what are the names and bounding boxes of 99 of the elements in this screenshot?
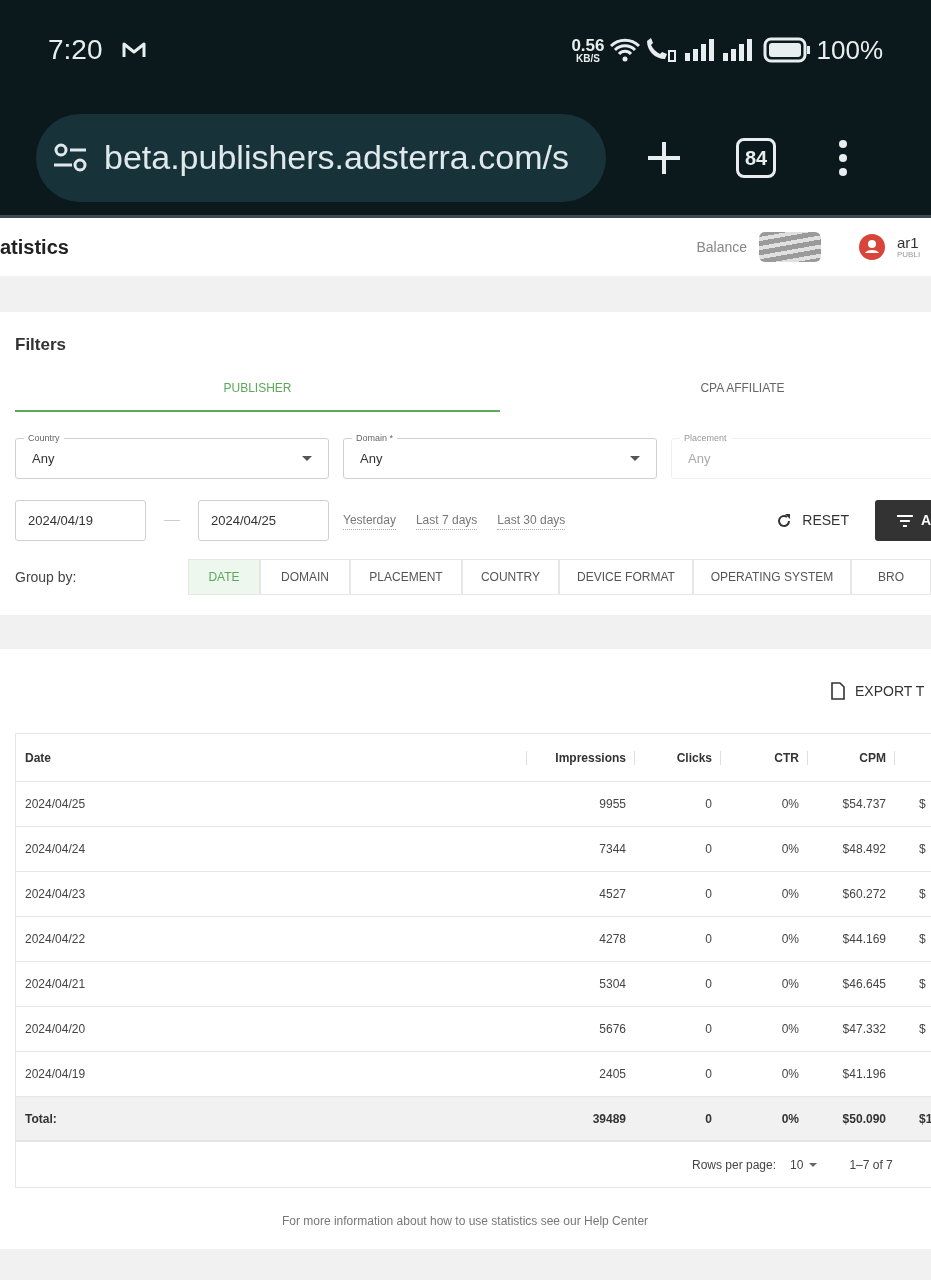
group-by-option[interactable]: PLACEMENT xyxy=(350,559,462,595)
table-cell-text: 5676 xyxy=(598,1021,627,1038)
table-cell-text: 0 xyxy=(704,1110,713,1128)
table-cell-text: $ xyxy=(918,841,927,858)
table-cell-text: 2405 xyxy=(598,1066,627,1083)
signal-icon xyxy=(720,38,753,62)
table-cell-text: $50.090 xyxy=(841,1110,887,1128)
table-cell-text: 2024/04/22 xyxy=(24,931,87,948)
network-speed: 0.56 xyxy=(571,36,605,54)
user-avatar-icon xyxy=(859,234,885,260)
table-cell-text: 0% xyxy=(780,931,800,948)
page-title: atistics xyxy=(0,235,69,260)
new-tab-icon[interactable] xyxy=(646,139,682,176)
help-text: For more information about how to use statistics see our Help Center xyxy=(280,1213,650,1230)
column-header[interactable]: Clicks xyxy=(676,748,712,767)
user-role: PUBLI xyxy=(897,251,922,259)
clock-time: 7:20 xyxy=(48,33,103,67)
balance-label: Balance xyxy=(696,237,747,257)
table-cell-text: 2024/04/20 xyxy=(24,1021,87,1038)
wifi-icon xyxy=(608,38,641,62)
table-cell-text: 0 xyxy=(704,976,713,993)
table-cell-text: 2024/04/24 xyxy=(24,841,87,858)
table-cell-text: 9955 xyxy=(598,796,627,813)
section-title: Filters xyxy=(15,334,68,356)
dropdown-caret-icon xyxy=(630,456,640,461)
group-by-option[interactable]: DEVICE FORMAT xyxy=(559,559,693,595)
table-cell-text: 0 xyxy=(704,841,713,858)
refresh-icon xyxy=(776,512,793,529)
table-cell-text: $ xyxy=(918,886,927,903)
group-by-option[interactable]: OPERATING SYSTEM xyxy=(693,559,851,595)
table-cell-text: $46.645 xyxy=(841,976,887,993)
table-cell-text: 0% xyxy=(780,976,800,993)
table-cell-text: 2024/04/21 xyxy=(24,976,87,993)
table-cell-text: $ xyxy=(918,931,927,948)
group-by-option[interactable]: DOMAIN xyxy=(260,559,350,595)
menu-icon[interactable] xyxy=(838,139,848,176)
signal-icon xyxy=(682,38,715,62)
table-cell-text: 0% xyxy=(780,841,800,858)
table-cell-text: 2024/04/19 xyxy=(24,1066,87,1083)
redaction-mark xyxy=(759,232,821,262)
table-cell-text: 7344 xyxy=(598,841,627,858)
table-cell-text: 5304 xyxy=(598,976,627,993)
table-cell-text: 0 xyxy=(704,796,713,813)
table-cell-text: 4278 xyxy=(598,931,627,948)
column-header[interactable]: Date xyxy=(25,748,51,767)
table-cell-text: 2024/04/25 xyxy=(24,796,87,813)
table-cell-text: 0 xyxy=(704,931,713,948)
date-to-field[interactable]: 2024/04/25 xyxy=(198,500,329,541)
table-cell-text: $44.169 xyxy=(841,931,887,948)
user-name: ar1 xyxy=(897,235,920,250)
filter-icon xyxy=(897,514,913,527)
column-header[interactable]: CTR xyxy=(774,748,799,767)
table-cell-text: $48.492 xyxy=(841,841,887,858)
column-header[interactable]: CPM xyxy=(859,748,886,767)
date-preset-link[interactable]: Yesterday xyxy=(343,511,396,530)
speed-unit: KB/S xyxy=(576,53,600,64)
table-cell-text: 0% xyxy=(780,886,800,903)
group-by-option[interactable]: BRO xyxy=(851,559,931,595)
date-preset-link[interactable]: Last 7 days xyxy=(415,511,478,530)
url-text: beta.publishers.adsterra.com/s xyxy=(104,137,569,178)
export-button[interactable]: EXPORT T xyxy=(831,679,931,703)
date-preset-link[interactable]: Last 30 days xyxy=(497,511,566,530)
table-cell-text: 2024/04/23 xyxy=(24,886,87,903)
filter-tab[interactable]: CPA AFFILIATE xyxy=(500,374,931,412)
column-header[interactable]: Impressions xyxy=(555,748,626,767)
table-cell-text: 0% xyxy=(780,1021,800,1038)
dropdown-caret-icon xyxy=(302,456,312,461)
table-cell-text: 0 xyxy=(704,1021,713,1038)
page-range: 1–7 of 7 xyxy=(849,1156,893,1174)
table-cell-text: 0% xyxy=(780,796,800,813)
table-cell-text: 0 xyxy=(704,886,713,903)
table-cell-text: 0% xyxy=(780,1110,800,1128)
site-settings-icon xyxy=(52,142,88,173)
group-by-option[interactable]: COUNTRY xyxy=(462,559,559,595)
table-cell-text: 4527 xyxy=(598,886,627,903)
table-cell-text: 39489 xyxy=(591,1110,627,1128)
table-cell-text: $ xyxy=(918,796,927,813)
table-cell-text: 0% xyxy=(780,1066,800,1083)
table-cell-text: $54.737 xyxy=(841,796,887,813)
table-cell-text: $60.272 xyxy=(841,886,887,903)
table-cell-text: $47.332 xyxy=(841,1021,887,1038)
tab-count-button[interactable]: 84 xyxy=(736,137,776,178)
battery-level: 100% xyxy=(816,33,883,67)
reset-button[interactable]: RESET xyxy=(768,500,857,541)
battery-icon xyxy=(762,37,811,63)
date-from-field[interactable]: 2024/04/19 xyxy=(15,500,146,541)
table-cell-text: 0 xyxy=(704,1066,713,1083)
table-cell-text: Total: xyxy=(24,1110,58,1128)
group-by-label: Group by: xyxy=(15,567,78,587)
address-bar[interactable]: beta.publishers.adsterra.com/s xyxy=(36,113,606,202)
table-cell-text: $ xyxy=(918,976,927,993)
rows-per-page-label: Rows per page: xyxy=(692,1156,777,1174)
table-cell-text: $41.196 xyxy=(841,1066,887,1083)
rows-per-page-select[interactable]: 10 xyxy=(790,1155,818,1174)
apply-button[interactable]: A xyxy=(875,500,931,541)
dropdown-caret-icon xyxy=(809,1162,818,1167)
mail-icon xyxy=(120,40,147,60)
table-cell-text: $ xyxy=(918,1021,927,1038)
document-icon xyxy=(831,682,845,700)
